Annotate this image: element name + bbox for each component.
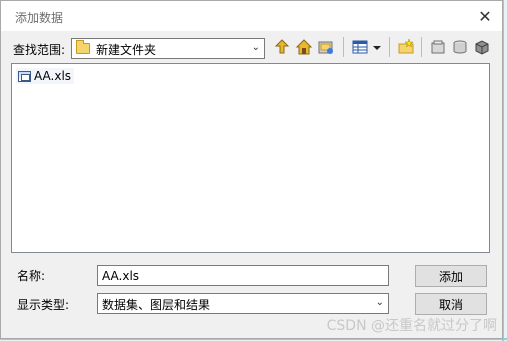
cancel-button[interactable]: 取消 (415, 293, 487, 315)
watermark: CSDN @还重名就过分了啊 (326, 318, 497, 334)
name-field[interactable] (97, 265, 389, 286)
lookin-combo[interactable]: 新建文件夹 ⌄ (71, 38, 265, 59)
server-icon[interactable] (473, 38, 491, 56)
view-dropdown-icon[interactable] (371, 38, 383, 56)
list-item[interactable]: AA.xls (16, 68, 75, 84)
type-label: 显示类型: (17, 298, 70, 312)
title-bar: 添加数据 ✕ (1, 1, 502, 31)
file-name: AA.xls (34, 69, 72, 83)
add-data-dialog: 添加数据 ✕ 查找范围: 新建文件夹 ⌄ AA.xls 名称: AA.xls 显… (0, 0, 503, 339)
type-combo[interactable]: 数据集、图层和结果 ⌄ (97, 293, 389, 314)
name-label: 名称: (17, 269, 46, 283)
chevron-down-icon: ⌄ (375, 297, 384, 308)
new-folder-icon[interactable] (397, 38, 415, 56)
lookin-label: 查找范围: (13, 43, 66, 57)
toolbar-separator (421, 37, 422, 57)
view-list-icon[interactable] (351, 38, 369, 56)
home-icon[interactable] (295, 38, 313, 56)
toolbar-separator (343, 37, 344, 57)
database-icon[interactable] (451, 38, 469, 56)
close-button[interactable]: ✕ (468, 1, 502, 31)
toolbar-separator (389, 37, 390, 57)
xls-table-icon (18, 70, 31, 82)
folder-icon (76, 40, 90, 54)
connect-folder-icon[interactable] (317, 38, 335, 56)
chevron-down-icon: ⌄ (251, 42, 260, 53)
up-folder-icon[interactable] (273, 38, 291, 56)
lookin-value: 新建文件夹 (96, 43, 157, 57)
window-title: 添加数据 (15, 11, 64, 25)
close-icon: ✕ (478, 6, 492, 26)
catalog-icon[interactable] (429, 38, 447, 56)
file-list[interactable]: AA.xls (11, 63, 490, 253)
type-value: 数据集、图层和结果 (102, 298, 211, 312)
add-button[interactable]: 添加 (415, 265, 487, 287)
